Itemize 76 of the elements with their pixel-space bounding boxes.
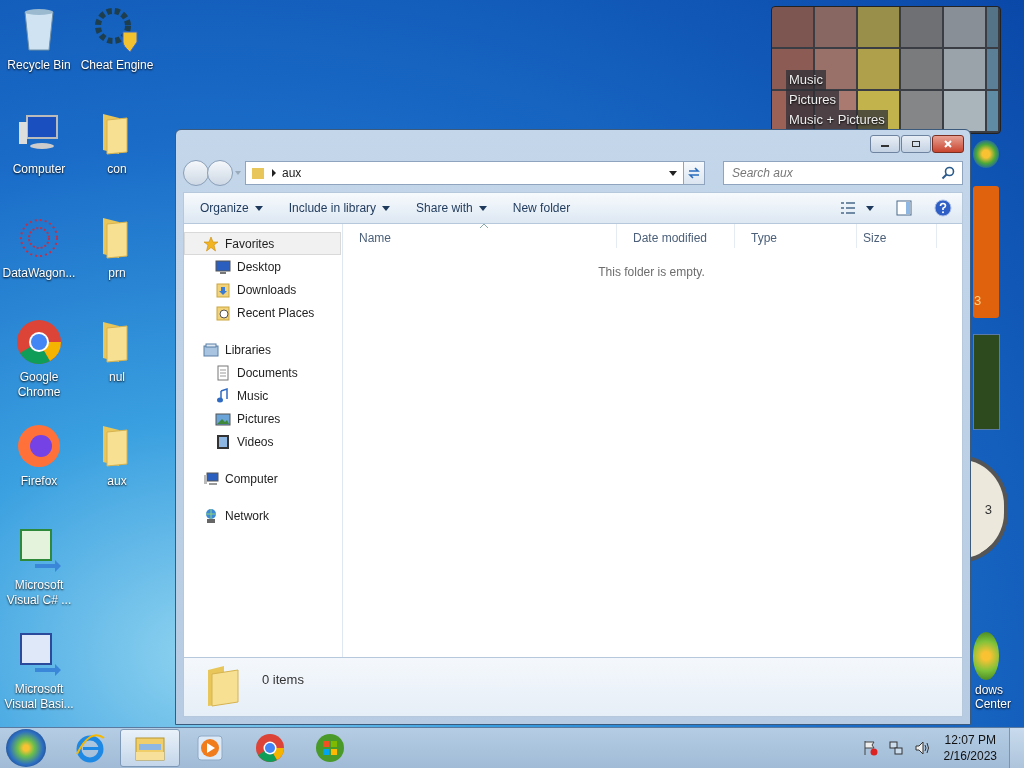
clock-folder-icon [215,304,231,321]
music-note-icon [215,387,231,404]
preview-pane-icon[interactable] [896,200,912,216]
play-icon [194,732,226,764]
desktop-icon-label[interactable]: prn [79,266,155,281]
nav-tree-item[interactable]: Recent Places [184,301,342,324]
desktop-icon-label[interactable]: con [79,162,155,177]
toolbar-menu-button[interactable]: Share with [408,197,495,219]
document-icon [215,364,231,381]
media-menu-item[interactable]: Pictures [786,90,839,110]
computer-icon [203,470,219,487]
film-icon [215,433,231,450]
taskbar-app-button[interactable] [120,729,180,767]
search-field[interactable]: Search aux [723,161,963,185]
maximize-icon [911,139,921,149]
close-icon [943,139,953,149]
caret-icon [254,205,263,211]
chevron-right-icon [272,169,276,177]
maximize-button[interactable] [901,135,931,153]
network-icon[interactable] [887,740,904,756]
nav-tree-item[interactable]: Documents [184,361,342,384]
star-icon [203,235,219,252]
toolbar-menu-button[interactable]: Include in library [280,197,399,219]
caret-icon[interactable] [669,170,677,176]
nav-tree-item[interactable]: Music [184,384,342,407]
empty-folder-message: This folder is empty. [597,265,706,279]
chrome-icon [254,732,286,764]
clock-button[interactable]: 12:07 PM 2/16/2023 [943,732,997,764]
speaker-icon[interactable] [913,740,930,756]
nav-tree-item[interactable]: Network [184,504,342,527]
help-icon[interactable] [934,199,952,217]
minimize-button[interactable] [870,135,900,153]
caret-icon [382,205,391,211]
media-menu-item[interactable]: Music [786,70,826,90]
clock-date: 2/16/2023 [943,748,997,764]
toolbar-menu-button[interactable]: Organize [192,197,271,219]
network-icon [203,507,219,524]
nav-tree-item[interactable]: Downloads [184,278,342,301]
start-button[interactable] [6,729,46,767]
firefox-icon [15,422,63,470]
address-path: aux [282,166,303,180]
desktop-icon-label[interactable]: DataWagon... [1,266,77,281]
toolbar-menu-button[interactable]: New folder [504,197,579,219]
view-options-icon[interactable] [840,200,856,216]
address-bar[interactable]: aux [245,161,684,185]
close-button[interactable] [932,135,964,153]
gadget-label[interactable]: dows Center [975,683,1023,711]
monitor-icon [215,258,231,275]
chrome-icon [15,318,63,366]
caret-icon [478,205,487,211]
nav-tree-item[interactable]: Libraries [184,338,342,361]
caret-icon[interactable] [866,205,874,211]
clock-time: 12:07 PM [944,732,996,748]
media-menu-item[interactable]: Music + Pictures [786,110,888,130]
nav-tree-item[interactable]: Pictures [184,407,342,430]
calendar-day: 3 [973,293,982,318]
desktop-icon-label[interactable]: Computer [1,162,77,177]
item-count: 0 items [262,672,304,687]
nav-tree-item[interactable]: Favorites [184,232,341,255]
show-desktop-button[interactable] [1009,728,1024,768]
desktop-icon-label[interactable]: Recycle Bin [1,58,77,73]
flag-x-icon[interactable] [861,740,878,756]
clock-numeral: 3 [984,501,993,517]
gear-shield-icon [93,6,141,54]
browser-e-icon [74,732,106,764]
library-icon [203,341,219,358]
refresh-icon [687,166,701,180]
refresh-button[interactable] [683,161,705,185]
search-icon [941,166,955,180]
nav-tree-item[interactable]: Desktop [184,255,342,278]
forward-button[interactable] [207,160,233,186]
picture-icon [215,410,231,427]
back-button[interactable] [183,160,209,186]
nav-tree-item[interactable]: Computer [184,467,342,490]
desktop-icon-label[interactable]: Cheat Engine [79,58,155,73]
nav-tree-item[interactable]: Videos [184,430,342,453]
